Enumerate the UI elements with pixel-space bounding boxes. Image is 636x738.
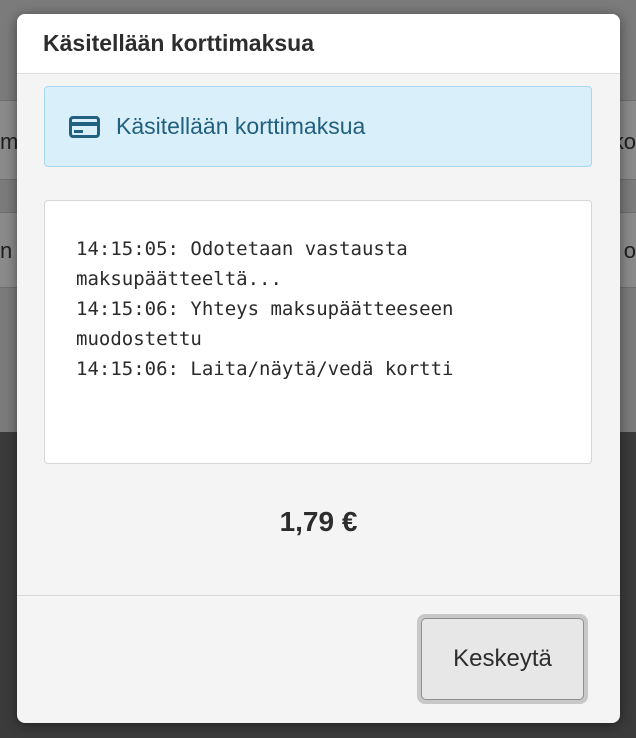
- dialog-header: Käsitellään korttimaksua: [17, 14, 620, 74]
- dialog-title: Käsitellään korttimaksua: [43, 30, 315, 56]
- background-text-fragment: m: [0, 129, 19, 154]
- log-line: 14:15:05: Odotetaan vastausta maksupäätt…: [76, 238, 408, 290]
- payment-log: 14:15:05: Odotetaan vastausta maksupäätt…: [44, 200, 592, 464]
- info-alert: Käsitellään korttimaksua: [44, 86, 592, 167]
- log-line: 14:15:06: Yhteys maksupäätteeseen muodos…: [76, 298, 454, 350]
- dialog-body: Käsitellään korttimaksua 14:15:05: Odote…: [17, 74, 620, 594]
- cancel-button[interactable]: Keskeytä: [421, 618, 584, 700]
- cancel-button-focus-ring: Keskeytä: [417, 614, 588, 704]
- credit-card-icon: [69, 115, 100, 138]
- alert-text: Käsitellään korttimaksua: [116, 113, 366, 139]
- log-line: 14:15:06: Laita/näytä/vedä kortti: [76, 358, 454, 380]
- payment-amount: 1,79 €: [279, 506, 358, 537]
- background-text-fragment: n: [0, 238, 13, 263]
- background-text-fragment: o: [623, 238, 636, 263]
- dialog-footer: Keskeytä: [17, 595, 620, 723]
- card-payment-dialog: Käsitellään korttimaksua Käsitellään kor…: [17, 14, 620, 723]
